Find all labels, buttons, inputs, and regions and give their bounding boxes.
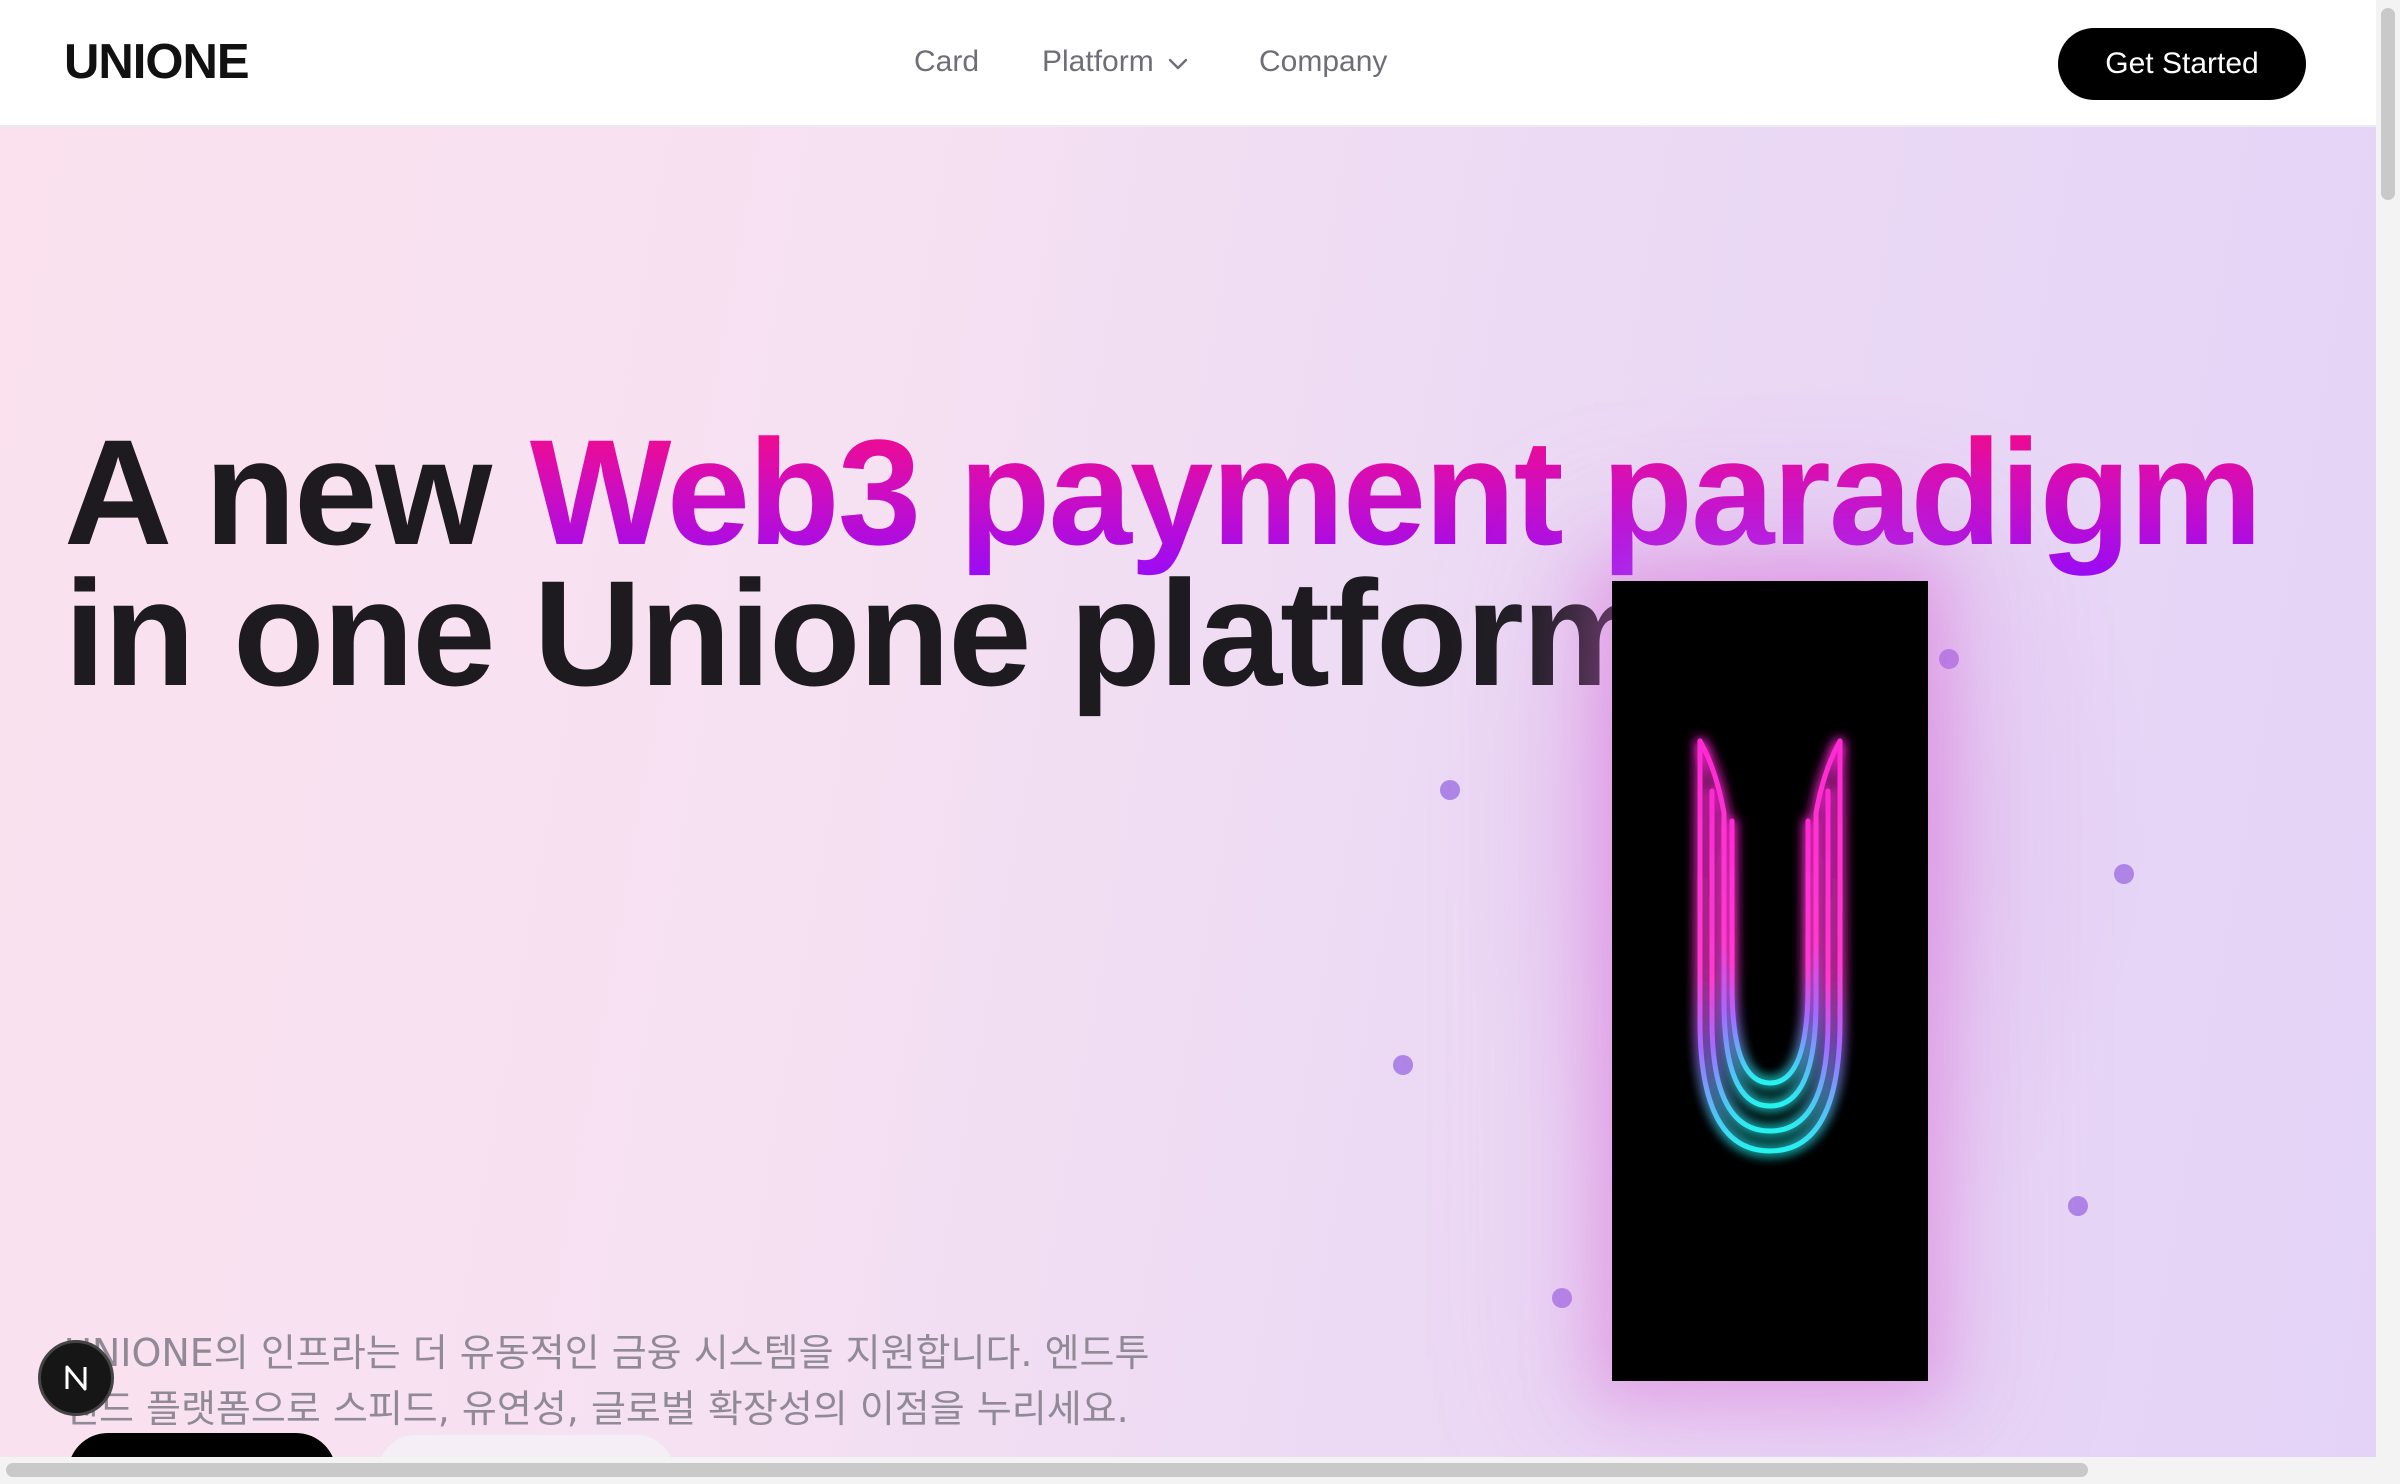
nav-company[interactable]: Company xyxy=(1259,45,1387,79)
hero-primary-button[interactable] xyxy=(68,1433,336,1457)
nav-platform[interactable]: Platform xyxy=(1042,45,1190,79)
horizontal-scrollbar[interactable] xyxy=(0,1457,2400,1484)
vertical-scrollbar-thumb[interactable] xyxy=(2381,8,2395,200)
brand-logo[interactable]: UNIONE xyxy=(64,34,250,90)
headline-part2: in one Unione platform. xyxy=(64,549,1695,717)
nav-platform-label: Platform xyxy=(1042,45,1154,78)
get-started-button[interactable]: Get Started xyxy=(2058,28,2306,100)
site-header: UNIONE Card Platform Company Get Started xyxy=(0,0,2376,127)
decor-dot xyxy=(1440,780,1460,800)
hero-secondary-button[interactable] xyxy=(376,1433,676,1457)
hero-subtitle: UNIONE의 인프라는 더 유동적인 금융 시스템을 지원합니다. 엔드투엔드… xyxy=(64,1331,1150,1431)
hero-section: A new Web3 payment paradigm in one Unione… xyxy=(0,127,2376,1457)
chevron-down-icon xyxy=(1166,50,1190,74)
nav-card[interactable]: Card xyxy=(914,45,979,79)
u-neon-logo xyxy=(1697,738,1843,1154)
decor-dot xyxy=(2068,1196,2088,1216)
decor-dot xyxy=(1939,649,1959,669)
neon-u-card xyxy=(1612,581,1928,1381)
decor-dot xyxy=(2114,864,2134,884)
hero-headline: A new Web3 payment paradigm in one Unione… xyxy=(64,417,2263,708)
horizontal-scrollbar-thumb[interactable] xyxy=(6,1463,2088,1477)
vertical-scrollbar[interactable] xyxy=(2376,0,2400,1462)
decor-dot xyxy=(1552,1288,1572,1308)
n-badge-icon[interactable] xyxy=(38,1340,114,1416)
decor-dot xyxy=(1393,1055,1413,1075)
